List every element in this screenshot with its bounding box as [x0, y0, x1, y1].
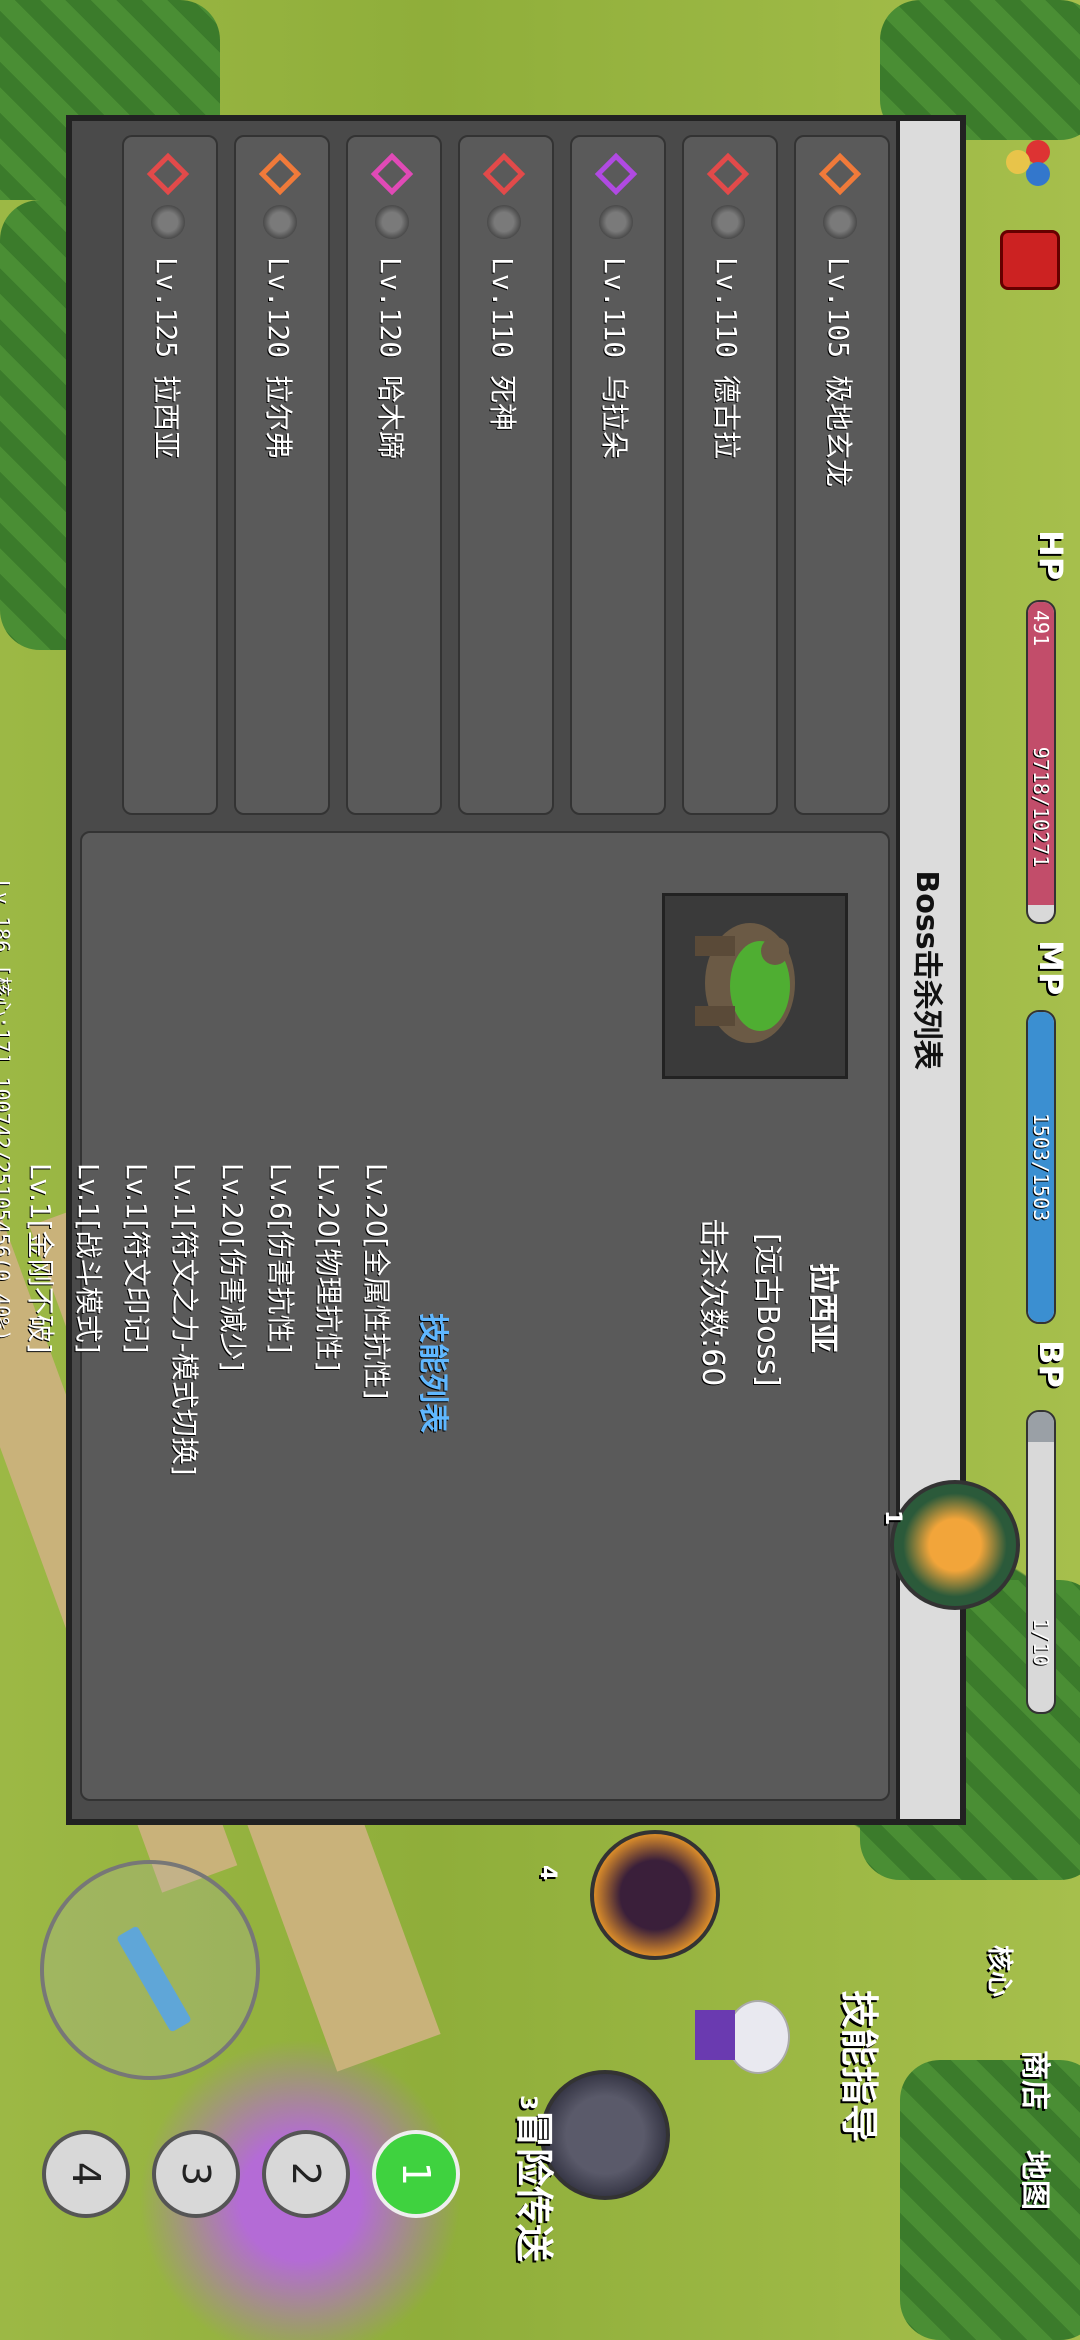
boss-list-item[interactable]: Lv.110 德古拉 [682, 135, 778, 815]
skill-item: Lv.20[物理抗性] [312, 1163, 345, 1372]
skill-slot-shadow-demon[interactable] [590, 1830, 720, 1960]
boss-list-label: Lv.110 德古拉 [710, 257, 743, 460]
skill-item: Lv.1[符文印记] [120, 1163, 153, 1354]
skill-item: Lv.20[全属性抗性] [360, 1163, 393, 1400]
rank-diamond-icon [258, 152, 302, 196]
mp-label: MP [1032, 940, 1070, 996]
map-button[interactable]: 地图 [1016, 2150, 1060, 2210]
boss-list-label: Lv.110 乌拉朵 [598, 257, 631, 460]
slot-button-2[interactable]: 2 [262, 2130, 350, 2218]
boss-list-label: Lv.125 拉西亚 [150, 257, 183, 460]
slot-button-4[interactable]: 4 [42, 2130, 130, 2218]
boss-list-item[interactable]: Lv.120 拉尔弗 [234, 135, 330, 815]
skill-item: Lv.20[伤害减少] [216, 1163, 249, 1372]
mp-bar: 1503/1503 [1026, 1010, 1056, 1324]
boss-list-label: Lv.120 拉尔弗 [262, 257, 295, 460]
potion-stack-icon[interactable] [1000, 140, 1060, 200]
skill-item: Lv.1[战斗模式] [72, 1163, 105, 1354]
skill-list-title: 技能列表 [415, 1313, 450, 1433]
attack-joystick[interactable] [40, 1860, 260, 2080]
boss-category: [远古Boss] [750, 1233, 785, 1387]
golem-icon [151, 205, 185, 239]
bp-bar: 1/10 [1026, 1410, 1056, 1714]
shop-button[interactable]: 商店 [1016, 2050, 1060, 2110]
rank-diamond-icon [482, 152, 526, 196]
boss-list-item[interactable]: Lv.120 哈木蹄 [346, 135, 442, 815]
skill-slot-4-count: 4 [535, 1865, 560, 1881]
core-button[interactable]: 核心 [983, 1945, 1020, 1997]
flower-icon [599, 205, 633, 239]
experience-status: Lv.186 [核心:17] 100742/25105456(0.40%) [0, 880, 14, 1342]
skill-slot-1-count: 1 [880, 1510, 905, 1526]
skill-item: Lv.1[金刚不破] [24, 1163, 57, 1354]
slot-button-1[interactable]: 1 [372, 2130, 460, 2218]
boss-list-label: Lv.120 哈木蹄 [374, 257, 407, 460]
hp-bar: 491 9718/10271 [1026, 600, 1056, 924]
bp-value: 1/10 [1029, 1617, 1053, 1667]
boss-portrait [662, 893, 848, 1079]
vampire-icon [711, 205, 745, 239]
blue-dragon-icon [823, 205, 857, 239]
rank-diamond-icon [594, 152, 638, 196]
boss-list-item[interactable]: Lv.105 极地玄龙 [794, 135, 890, 815]
boss-list: Lv.105 极地玄龙 Lv.110 德古拉 Lv.110 乌拉朵 Lv.110 死神… [80, 135, 890, 815]
skill-item: Lv.6[伤害抗性] [264, 1163, 297, 1354]
skill-slot-3-count: 3 [515, 2095, 540, 2111]
boss-list-item[interactable]: Lv.110 乌拉朵 [570, 135, 666, 815]
hp-value: 9718/10271 [1029, 746, 1053, 868]
boss-kill-panel: Boss击杀列表 Lv.105 极地玄龙 Lv.110 德古拉 Lv.110 乌拉朵… [24, 115, 966, 1825]
boss-kill-count: 击杀次数:60 [695, 1218, 730, 1387]
sword-icon [116, 1925, 192, 2033]
player-avatar[interactable] [690, 1990, 790, 2080]
rank-diamond-icon [706, 152, 750, 196]
beast-icon [375, 205, 409, 239]
boss-list-item[interactable]: Lv.125 拉西亚 [122, 135, 218, 815]
boss-name: 拉西亚 [805, 1263, 840, 1353]
boss-list-label: Lv.110 死神 [486, 257, 519, 432]
armor-buff-icon[interactable] [1000, 230, 1060, 290]
hp-label: HP [1032, 530, 1070, 581]
boss-detail-card: 拉西亚 [远古Boss] 击杀次数:60 技能列表 Lv.20[全属性抗性] Lv… [24, 831, 890, 1801]
rank-diamond-icon [818, 152, 862, 196]
rank-diamond-icon [146, 152, 190, 196]
bp-label: BP [1032, 1340, 1070, 1388]
rank-diamond-icon [370, 152, 414, 196]
reaper-icon [487, 205, 521, 239]
skill-item: Lv.1[符文之力-模式切换] [168, 1163, 201, 1476]
skill-slot-fire-beast[interactable] [890, 1480, 1020, 1610]
plant-icon [263, 205, 297, 239]
boss-list-label: Lv.105 极地玄龙 [822, 257, 855, 488]
adventure-teleport-button[interactable]: 冒险传送 [510, 2110, 565, 2262]
slot-button-3[interactable]: 3 [152, 2130, 240, 2218]
boss-list-item[interactable]: Lv.110 死神 [458, 135, 554, 815]
mp-value: 1503/1503 [1029, 1112, 1053, 1222]
skill-guide-button[interactable]: 技能指导 [835, 1990, 890, 2142]
